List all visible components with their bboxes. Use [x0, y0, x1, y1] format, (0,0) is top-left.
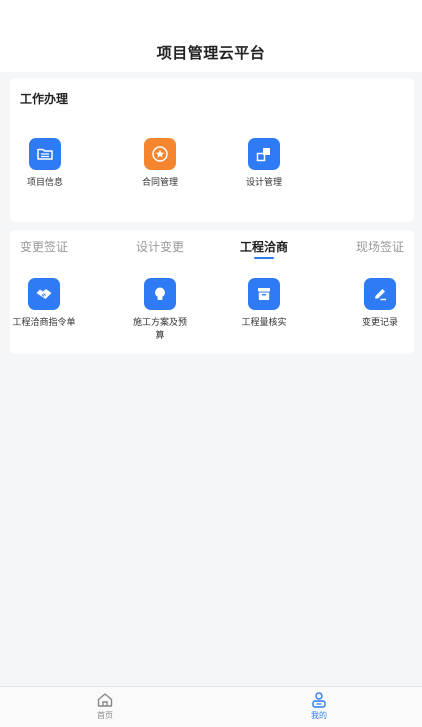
quantity-verification-label: 工程量核实 — [241, 318, 287, 328]
tab-design-change[interactable]: 设计变更 — [120, 238, 200, 255]
change-record-button[interactable]: 变更记录 — [340, 278, 420, 330]
seal-star-icon — [144, 138, 176, 170]
handshake-icon — [28, 278, 60, 310]
contract-management-label: 合同管理 — [141, 178, 178, 188]
nav-mine-label: 我的 — [311, 711, 327, 720]
construction-plan-budget-button[interactable]: 施工方案及预算 — [120, 278, 200, 343]
design-management-button[interactable]: 设计管理 — [224, 138, 304, 190]
construction-plan-budget-label: 施工方案及预算 — [132, 318, 187, 341]
change-record-label: 变更记录 — [361, 318, 398, 328]
work-section-card: 工作办理 项目信息 合同管理 设计管理 — [10, 78, 414, 222]
tab-change-visa[interactable]: 变更签证 — [4, 238, 84, 255]
contract-management-button[interactable]: 合同管理 — [120, 138, 200, 190]
active-tab-indicator — [254, 257, 274, 259]
change-tabs-card: 变更签证 设计变更 工程洽商 现场签证 工程洽商指令单 施工方案及预算 工程量核… — [10, 230, 414, 354]
tab-bar: 变更签证 设计变更 工程洽商 现场签证 — [10, 234, 414, 260]
design-management-label: 设计管理 — [245, 178, 282, 188]
nav-mine[interactable]: 我的 — [289, 691, 349, 721]
project-info-button[interactable]: 项目信息 — [5, 138, 85, 190]
tab-site-visa[interactable]: 现场签证 — [340, 238, 420, 255]
folder-icon — [29, 138, 61, 170]
negotiation-order-label: 工程洽商指令单 — [12, 318, 76, 328]
nav-home[interactable]: 首页 — [75, 691, 135, 721]
page-title: 项目管理云平台 — [156, 44, 266, 62]
tab-engineering-negotiation-label: 工程洽商 — [239, 240, 288, 254]
tab-engineering-negotiation[interactable]: 工程洽商 — [224, 238, 304, 259]
home-icon — [97, 693, 113, 707]
bottom-nav: 首页 我的 — [0, 686, 422, 727]
work-section-title: 工作办理 — [20, 92, 69, 106]
project-info-label: 项目信息 — [26, 178, 63, 188]
lightbulb-icon — [144, 278, 176, 310]
app-header: 项目管理云平台 — [0, 0, 422, 72]
edit-pen-icon — [364, 278, 396, 310]
archive-box-icon — [248, 278, 280, 310]
quantity-verification-button[interactable]: 工程量核实 — [224, 278, 304, 330]
user-icon — [312, 692, 326, 708]
design-squares-icon — [248, 138, 280, 170]
negotiation-order-button[interactable]: 工程洽商指令单 — [4, 278, 84, 330]
nav-home-label: 首页 — [97, 711, 113, 720]
